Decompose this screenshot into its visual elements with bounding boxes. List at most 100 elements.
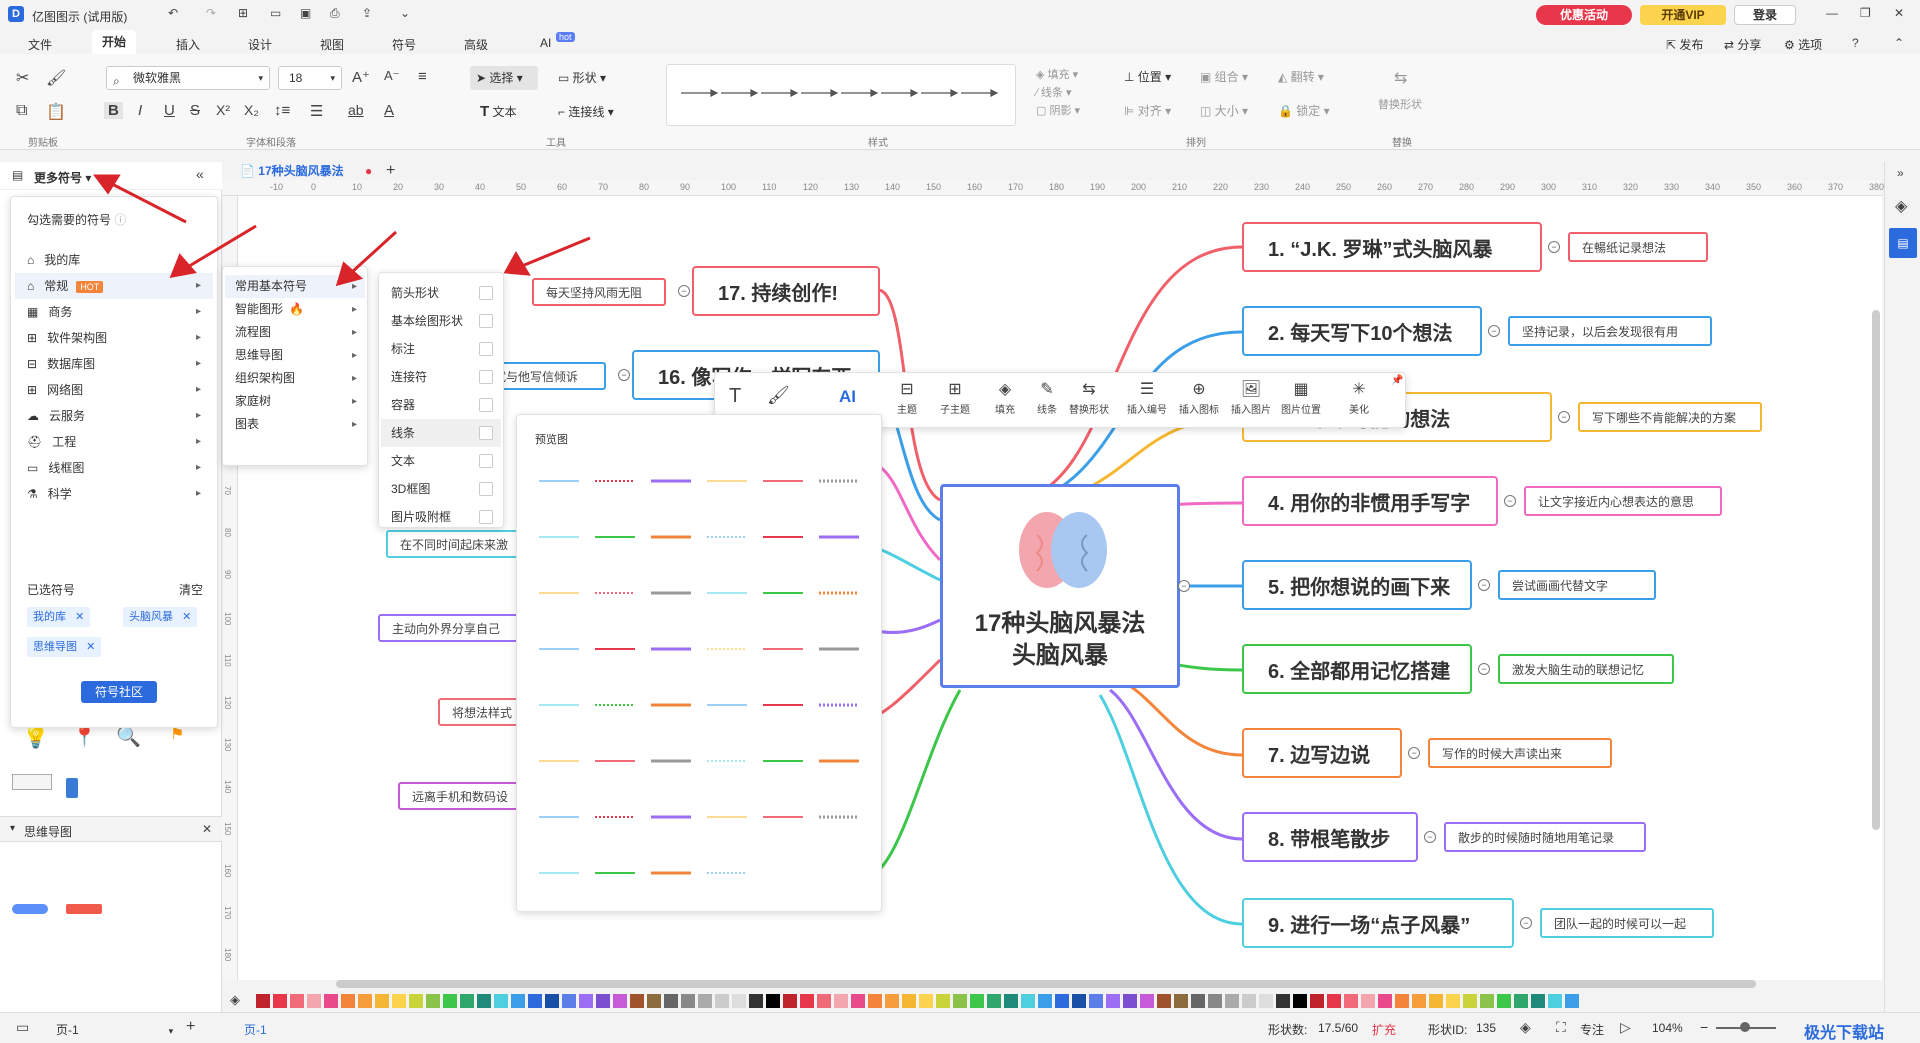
color-swatch[interactable] [817, 994, 831, 1008]
color-swatch[interactable] [409, 994, 423, 1008]
color-swatch[interactable] [1548, 994, 1562, 1008]
color-swatch[interactable] [460, 994, 474, 1008]
color-swatch[interactable] [1106, 994, 1120, 1008]
color-swatch[interactable] [851, 994, 865, 1008]
color-swatch[interactable] [953, 994, 967, 1008]
color-swatch[interactable] [1157, 994, 1171, 1008]
fit-screen-icon[interactable]: ⛶ [1556, 1019, 1566, 1036]
color-swatch[interactable] [1140, 994, 1154, 1008]
color-swatch[interactable] [1123, 994, 1137, 1008]
color-swatch[interactable] [902, 994, 916, 1008]
color-swatch[interactable] [1514, 994, 1528, 1008]
color-swatch[interactable] [494, 994, 508, 1008]
color-swatch[interactable] [1463, 994, 1477, 1008]
color-swatch[interactable] [1004, 994, 1018, 1008]
color-swatch[interactable] [1089, 994, 1103, 1008]
color-swatch[interactable] [1038, 994, 1052, 1008]
color-swatch[interactable] [1055, 994, 1069, 1008]
color-swatch[interactable] [749, 994, 763, 1008]
color-swatch[interactable] [630, 994, 644, 1008]
color-swatch[interactable] [732, 994, 746, 1008]
fill-panel-icon[interactable]: ◈ [1895, 196, 1907, 216]
color-swatch[interactable] [1072, 994, 1086, 1008]
color-swatch[interactable] [1395, 994, 1409, 1008]
color-swatch[interactable] [1429, 994, 1443, 1008]
color-swatch[interactable] [1497, 994, 1511, 1008]
color-swatch[interactable] [1174, 994, 1188, 1008]
horizontal-scrollbar[interactable] [336, 980, 1756, 988]
play-icon[interactable]: ▷ [1620, 1019, 1631, 1036]
color-swatch[interactable] [1021, 994, 1035, 1008]
color-swatch[interactable] [919, 994, 933, 1008]
annotation-arrows [93, 174, 591, 287]
color-swatch[interactable] [545, 994, 559, 1008]
color-swatch[interactable] [375, 994, 389, 1008]
color-swatch[interactable] [579, 994, 593, 1008]
shape-count-label: 形状数: [1268, 1023, 1308, 1037]
color-swatch[interactable] [715, 994, 729, 1008]
color-swatch[interactable] [800, 994, 814, 1008]
color-swatch[interactable] [392, 994, 406, 1008]
color-swatch[interactable] [273, 994, 287, 1008]
color-swatch[interactable] [664, 994, 678, 1008]
color-swatch[interactable] [477, 994, 491, 1008]
color-swatch[interactable] [1565, 994, 1579, 1008]
color-swatch[interactable] [1225, 994, 1239, 1008]
color-swatch[interactable] [681, 994, 695, 1008]
fill-bucket-icon[interactable]: ◈ [230, 992, 240, 1008]
color-swatch[interactable] [290, 994, 304, 1008]
color-swatch[interactable] [834, 994, 848, 1008]
color-swatch[interactable] [1361, 994, 1375, 1008]
expand-link[interactable]: 扩充 [1372, 1021, 1396, 1038]
color-swatch[interactable] [1242, 994, 1256, 1008]
color-swatch[interactable] [613, 994, 627, 1008]
color-swatch[interactable] [987, 994, 1001, 1008]
color-swatch[interactable] [1344, 994, 1358, 1008]
color-swatch[interactable] [1446, 994, 1460, 1008]
color-swatch[interactable] [698, 994, 712, 1008]
right-sidebar: » ◈ ▤ [1884, 162, 1920, 1012]
color-swatch[interactable] [885, 994, 899, 1008]
page-tab[interactable]: 页-1 [244, 1021, 267, 1038]
vertical-scrollbar[interactable] [1872, 310, 1880, 830]
layers-icon[interactable]: ◈ [1520, 1019, 1531, 1036]
zoom-slider-handle[interactable] [1740, 1022, 1750, 1032]
color-swatch[interactable] [1276, 994, 1290, 1008]
color-swatch[interactable] [1327, 994, 1341, 1008]
color-swatch[interactable] [1259, 994, 1273, 1008]
expand-right-panel-icon[interactable]: » [1897, 166, 1904, 180]
color-swatch[interactable] [307, 994, 321, 1008]
watermark-text: 极光下载站 [1804, 1025, 1885, 1042]
color-swatch[interactable] [1293, 994, 1307, 1008]
color-swatch[interactable] [1412, 994, 1426, 1008]
color-swatch[interactable] [324, 994, 338, 1008]
color-swatch[interactable] [1480, 994, 1494, 1008]
color-swatch[interactable] [1378, 994, 1392, 1008]
color-swatch[interactable] [596, 994, 610, 1008]
color-swatch[interactable] [1208, 994, 1222, 1008]
color-swatch[interactable] [528, 994, 542, 1008]
color-swatch[interactable] [647, 994, 661, 1008]
color-swatch[interactable] [1310, 994, 1324, 1008]
color-swatch[interactable] [766, 994, 780, 1008]
color-swatch[interactable] [511, 994, 525, 1008]
color-swatch[interactable] [936, 994, 950, 1008]
zoom-level[interactable]: 104% [1652, 1021, 1683, 1035]
color-swatch[interactable] [562, 994, 576, 1008]
color-swatch[interactable] [868, 994, 882, 1008]
color-swatch[interactable] [358, 994, 372, 1008]
color-swatch[interactable] [970, 994, 984, 1008]
add-page-icon[interactable]: + [186, 1018, 195, 1036]
page-layout-icon[interactable]: ▭ [16, 1019, 29, 1036]
color-swatch[interactable] [341, 994, 355, 1008]
color-swatch[interactable] [1191, 994, 1205, 1008]
zoom-out-icon[interactable]: − [1700, 1019, 1708, 1035]
color-swatch[interactable] [1531, 994, 1545, 1008]
color-swatch[interactable] [783, 994, 797, 1008]
page-selector[interactable]: 页-1 ▾ [56, 1021, 173, 1038]
color-swatch[interactable] [256, 994, 270, 1008]
page-panel-icon[interactable]: ▤ [1889, 228, 1917, 258]
color-swatch[interactable] [443, 994, 457, 1008]
focus-mode-button[interactable]: 专注 [1580, 1021, 1604, 1038]
color-swatch[interactable] [426, 994, 440, 1008]
